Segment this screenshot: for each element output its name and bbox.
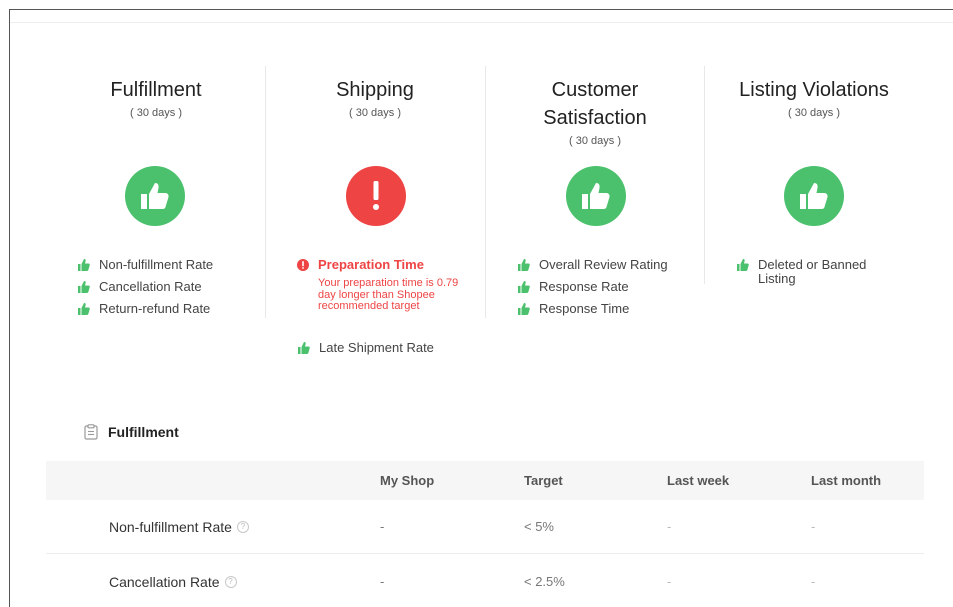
cell-my-shop: - <box>380 519 385 534</box>
window-border-top <box>9 9 953 10</box>
thumbs-up-icon <box>78 259 90 271</box>
metric-overall-review-rating: Overall Review Rating <box>518 258 668 272</box>
metric-response-rate: Response Rate <box>518 280 629 294</box>
thumbs-up-icon <box>737 259 749 271</box>
table-header: My Shop Target Last week Last month <box>46 461 924 500</box>
thumbs-up-icon <box>518 281 530 293</box>
thumbs-up-badge-icon <box>566 166 626 226</box>
metric-cancellation-rate: Cancellation Rate <box>78 280 202 294</box>
card-title: Customer Satisfaction <box>543 79 647 129</box>
metric-response-time: Response Time <box>518 302 629 316</box>
card-title: Listing Violations <box>739 79 889 101</box>
thumbs-up-icon <box>518 303 530 315</box>
card-period: ( 30 days ) <box>788 107 840 119</box>
help-icon[interactable]: ? <box>236 521 249 533</box>
header-divider <box>10 22 953 23</box>
thumbs-up-icon <box>298 342 310 354</box>
alert-circle-icon <box>297 259 309 271</box>
row-metric-name: Cancellation Rate ? <box>109 574 237 590</box>
column-header-my-shop: My Shop <box>380 473 435 488</box>
cell-last-month: - <box>811 519 816 534</box>
thumbs-up-icon <box>78 303 90 315</box>
card-title: Shipping <box>336 79 414 101</box>
cell-my-shop: - <box>380 574 385 589</box>
help-icon[interactable]: ? <box>224 576 237 588</box>
preparation-time-description: Your preparation time is 0.79 day longer… <box>318 277 459 312</box>
card-period: ( 30 days ) <box>569 135 621 147</box>
column-header-last-month: Last month <box>811 473 882 488</box>
cell-last-week: - <box>667 519 672 534</box>
row-metric-name: Non-fulfillment Rate ? <box>109 519 249 535</box>
thumbs-up-icon <box>78 281 90 293</box>
table-row: Non-fulfillment Rate ? - < 5% - - <box>46 500 924 554</box>
thumbs-up-badge-icon <box>125 166 185 226</box>
column-header-target: Target <box>524 473 563 488</box>
column-header-last-week: Last week <box>667 473 730 488</box>
thumbs-up-icon <box>518 259 530 271</box>
performance-summary: Fulfillment ( 30 days ) Non-fulfillment … <box>46 62 926 362</box>
clipboard-icon <box>84 424 98 440</box>
section-title: Fulfillment <box>108 424 179 440</box>
cell-target: < 2.5% <box>524 574 565 589</box>
card-period: ( 30 days ) <box>349 107 401 119</box>
window-border-left <box>9 9 10 607</box>
metric-preparation-time[interactable]: Preparation Time <box>297 258 424 272</box>
metric-return-refund-rate: Return-refund Rate <box>78 302 210 316</box>
thumbs-up-badge-icon <box>784 166 844 226</box>
card-period: ( 30 days ) <box>130 107 182 119</box>
cell-last-month: - <box>811 574 816 589</box>
cell-last-week: - <box>667 574 672 589</box>
metric-late-shipment-rate: Late Shipment Rate <box>298 341 434 355</box>
exclamation-badge-icon <box>346 166 406 226</box>
table-row: Cancellation Rate ? - < 2.5% - - <box>46 555 924 607</box>
cell-target: < 5% <box>524 519 554 534</box>
metric-deleted-or-banned-listing: Deleted or Banned Listing <box>737 258 866 286</box>
card-title: Fulfillment <box>110 79 202 101</box>
metric-non-fulfillment-rate: Non-fulfillment Rate <box>78 258 213 272</box>
section-header-fulfillment: Fulfillment <box>84 424 179 440</box>
